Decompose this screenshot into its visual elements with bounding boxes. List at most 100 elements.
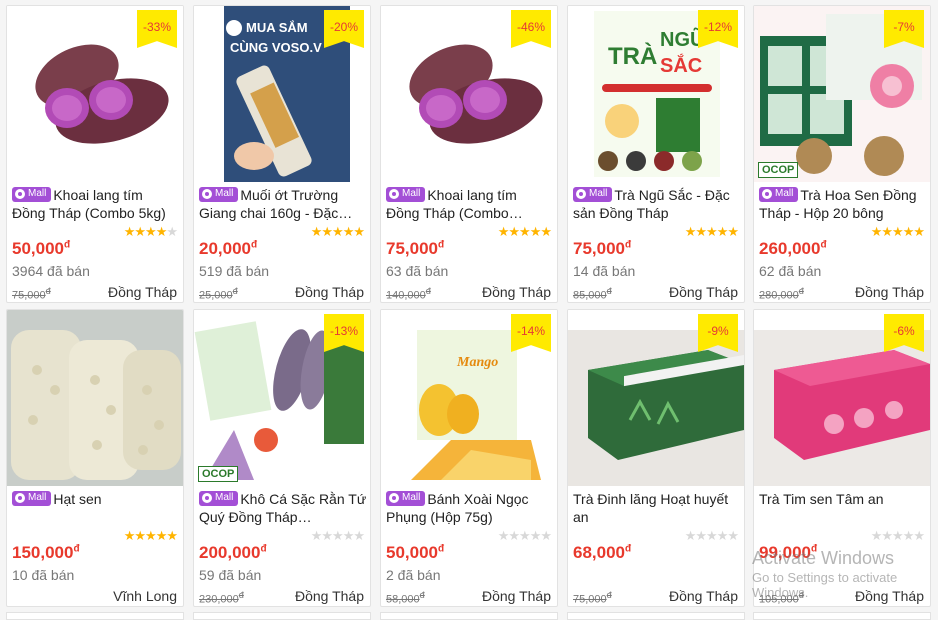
original-price: 75,000đ — [573, 590, 612, 606]
mall-label: Mall — [775, 188, 794, 199]
original-price: 85,000đ — [573, 286, 612, 302]
product-title[interactable]: Mall Bánh Xoài Ngọc Phụng (Hộp 75g) — [386, 490, 554, 526]
rating-stars: ★★★★★ — [685, 528, 739, 544]
star-icon: ★ — [913, 528, 925, 543]
svg-text:TRÀ: TRÀ — [608, 42, 657, 70]
product-card[interactable]: OCOP -13% Mall Khô Cá Sặc Rằn Tứ Quý Đồng T… — [193, 309, 371, 607]
currency-symbol: đ — [260, 543, 267, 555]
product-card[interactable]: Mango -14% Mall Bánh Xoài Ngọc Phụng (Hộp … — [380, 309, 558, 607]
star-icon: ★ — [695, 224, 707, 239]
rating-stars: ★★★★★ — [124, 528, 178, 544]
mall-badge: Mall — [12, 490, 52, 506]
original-price: 25,000đ — [199, 286, 238, 302]
rating-stars: ★★★★★ — [498, 528, 552, 544]
mall-label: Mall — [402, 188, 421, 199]
product-card[interactable]: Mall Hạt sen ★★★★★ 150,000đ 10 đã bán Vĩnh Lo… — [6, 309, 184, 607]
product-card[interactable]: -33% Mall Khoai lang tím Đồng Tháp (Combo … — [6, 5, 184, 303]
rating-stars: ★★★★★ — [497, 224, 552, 240]
product-image[interactable] — [7, 310, 183, 486]
product-card[interactable]: -46% Mall Khoai lang tím Đồng Tháp (Combo…… — [380, 5, 558, 303]
mall-icon — [15, 493, 25, 503]
original-price: 58,000đ — [386, 590, 425, 606]
product-title[interactable]: Trà Đinh lăng Hoạt huyết an — [573, 490, 741, 526]
mall-icon — [389, 493, 399, 503]
star-icon: ★ — [706, 528, 718, 543]
product-card[interactable]: TRÀ NGŨ SẮC -12% Mall Trà Ngũ Sắc - Đặc sả… — [567, 5, 745, 303]
sold-count: 62 đã bán — [759, 263, 822, 279]
currency-symbol: đ — [625, 239, 632, 251]
sold-count: 519 đã bán — [199, 263, 270, 279]
seller-location: Đồng Tháp — [668, 588, 738, 604]
product-title[interactable]: Mall Trà Hoa Sen Đồng Tháp - Hộp 20 bông — [759, 186, 927, 222]
star-icon: ★ — [892, 224, 904, 239]
rating-stars: ★★★★★ — [124, 224, 178, 240]
star-icon: ★ — [902, 224, 915, 239]
product-title[interactable]: Mall Trà Ngũ Sắc - Đặc sản Đồng Tháp — [573, 186, 741, 222]
product-price: 68,000đ — [573, 543, 632, 562]
lotus-seeds-image — [7, 310, 183, 486]
star-icon: ★ — [540, 528, 552, 543]
original-price: 230,000đ — [199, 590, 244, 606]
currency-symbol: đ — [73, 543, 80, 555]
product-title-text: Hạt sen — [53, 491, 102, 507]
sold-count: 2 đã bán — [386, 567, 441, 583]
currency-symbol: đ — [820, 239, 827, 251]
product-title[interactable]: Mall Khô Cá Sặc Rằn Tứ Quý Đồng Tháp… — [199, 490, 367, 526]
seller-location: Đồng Tháp — [294, 588, 364, 604]
mall-icon — [202, 189, 212, 199]
product-price: 260,000đ — [759, 239, 827, 258]
product-price: 50,000đ — [12, 239, 71, 258]
next-row-card-edge[interactable] — [6, 612, 184, 620]
star-icon: ★ — [716, 528, 729, 543]
star-icon: ★ — [684, 224, 697, 239]
next-row-card-edge[interactable] — [753, 612, 931, 620]
next-row-card-edge[interactable] — [567, 612, 745, 620]
mall-label: Mall — [215, 188, 234, 199]
mall-icon — [202, 493, 212, 503]
seller-location: Đồng Tháp — [294, 284, 364, 300]
currency-symbol: đ — [251, 239, 258, 251]
product-title[interactable]: Mall Khoai lang tím Đồng Tháp (Combo… — [386, 186, 554, 222]
currency-symbol: đ — [811, 543, 818, 555]
mall-icon — [762, 189, 772, 199]
currency-symbol: đ — [438, 239, 445, 251]
star-icon: ★ — [166, 224, 178, 239]
star-icon: ★ — [519, 528, 531, 543]
ocop-label: OCOP — [198, 466, 239, 482]
next-row-card-edge[interactable] — [380, 612, 558, 620]
mall-badge: Mall — [12, 186, 52, 202]
product-card[interactable]: OCOP -7% Mall Trà Hoa Sen Đồng Tháp - Hộp 2… — [753, 5, 931, 303]
product-title[interactable]: Trà Tim sen Tâm an — [759, 490, 927, 526]
product-card[interactable]: MUA SẮM CÙNG VOSO.V -20% Mall Muối ớt Trườ… — [193, 5, 371, 303]
mall-label: Mall — [402, 492, 421, 503]
mall-label: Mall — [589, 188, 608, 199]
product-title[interactable]: Mall Khoai lang tím Đồng Tháp (Combo 5kg) — [12, 186, 180, 222]
mall-badge: Mall — [199, 490, 239, 506]
star-icon: ★ — [881, 224, 893, 239]
rating-stars: ★★★★★ — [871, 224, 925, 240]
rating-stars: ★★★★★ — [311, 528, 365, 544]
star-icon: ★ — [913, 224, 925, 239]
star-icon: ★ — [529, 224, 542, 239]
product-title-text: Trà Tim sen Tâm an — [759, 491, 884, 507]
next-row-card-edge[interactable] — [193, 612, 371, 620]
product-title[interactable]: Mall Muối ớt Trường Giang chai 160g - Đặc… — [199, 186, 367, 222]
mall-icon — [389, 189, 399, 199]
product-title[interactable]: Mall Hạt sen — [12, 490, 180, 526]
currency-symbol: đ — [606, 590, 612, 600]
star-icon: ★ — [321, 528, 333, 543]
star-icon: ★ — [497, 224, 510, 239]
product-card[interactable]: -9% Trà Đinh lăng Hoạt huyết an ★★★★★ 68,00… — [567, 309, 745, 607]
original-price: 105,000đ — [759, 590, 804, 606]
star-icon: ★ — [134, 224, 146, 239]
product-price: 75,000đ — [386, 239, 445, 258]
svg-text:SẮC: SẮC — [660, 53, 702, 77]
sold-count: 3964 đã bán — [12, 263, 90, 279]
mall-badge: Mall — [386, 490, 426, 506]
product-card[interactable]: -6% Trà Tim sen Tâm an ★★★★★ 99,000đ 105,000… — [753, 309, 931, 607]
star-icon: ★ — [342, 528, 355, 543]
currency-symbol: đ — [425, 286, 431, 296]
product-price: 150,000đ — [12, 543, 80, 562]
rating-stars: ★★★★★ — [684, 224, 739, 240]
star-icon: ★ — [321, 224, 333, 239]
